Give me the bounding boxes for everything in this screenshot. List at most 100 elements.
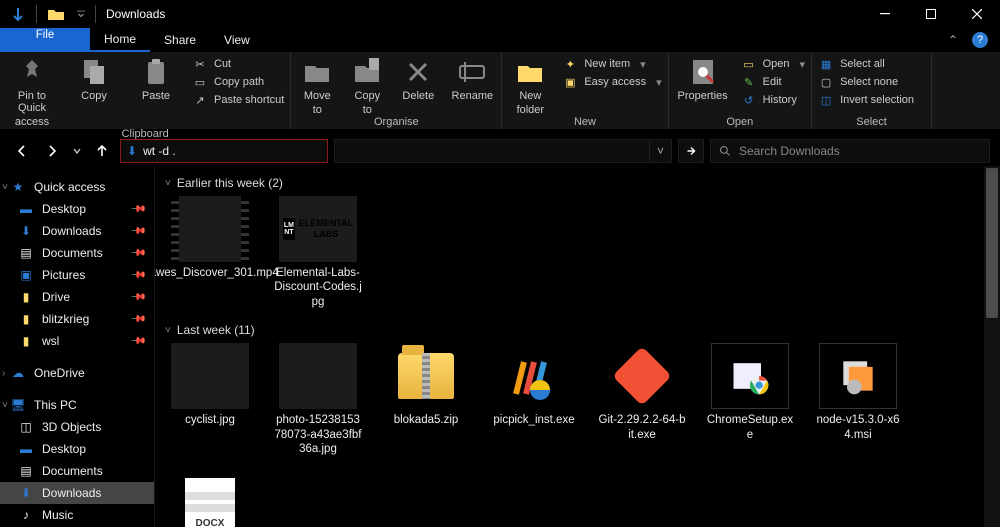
file-moc-docx[interactable]: DOCX moc.docx	[165, 474, 255, 527]
paste-shortcut-button[interactable]: ↗Paste shortcut	[192, 92, 284, 108]
desktop-icon: ▬	[18, 441, 34, 457]
invert-selection-label: Invert selection	[840, 94, 914, 106]
easy-access-icon: ▣	[562, 74, 578, 90]
sidebar-desktop[interactable]: ▬Desktop📌	[0, 198, 154, 220]
collapse-ribbon-icon[interactable]: ⌃	[948, 33, 958, 47]
sidebar-music[interactable]: ♪Music	[0, 504, 154, 526]
address-icon: ⬇	[127, 144, 137, 158]
sidebar-documents[interactable]: ▤Documents📌	[0, 242, 154, 264]
scrollbar-thumb[interactable]	[986, 168, 998, 318]
back-button[interactable]	[10, 139, 34, 163]
open-button[interactable]: ▭Open▾	[741, 56, 805, 72]
quick-access-dropdown-icon[interactable]	[71, 0, 91, 28]
sidebar-quick-access[interactable]: ˅ ★ Quick access	[0, 176, 154, 198]
file-label: Elemental-Labs-	[276, 266, 360, 280]
sidebar-this-pc[interactable]: ˅🖥This PC	[0, 394, 154, 416]
history-button[interactable]: ↺History	[741, 92, 805, 108]
sidebar-documents-2[interactable]: ▤Documents	[0, 460, 154, 482]
sidebar-drive[interactable]: ▮Drive📌	[0, 286, 154, 308]
help-icon[interactable]: ?	[972, 32, 988, 48]
rename-button[interactable]: Rename	[449, 56, 495, 102]
move-to-button[interactable]: Move to	[297, 56, 337, 116]
sidebar-label: This PC	[34, 398, 77, 412]
file-elemental-jpg[interactable]: LMNTELEMENTAL LABS Elemental-Labs- Disco…	[273, 196, 363, 309]
sidebar-downloads[interactable]: ⬇Downloads📌	[0, 220, 154, 242]
copy-label: Copy	[81, 90, 107, 102]
sidebar-blitzkrieg[interactable]: ▮blitzkrieg📌	[0, 308, 154, 330]
docx-icon: DOCX	[171, 474, 249, 527]
file-photo-jpg[interactable]: photo-15238153 78073-a43ae3fbf 36a.jpg	[273, 343, 363, 456]
sidebar-wsl[interactable]: ▮wsl📌	[0, 330, 154, 352]
file-blokada-zip[interactable]: blokada5.zip	[381, 343, 471, 456]
scissors-icon: ✂	[192, 56, 208, 72]
tab-share[interactable]: Share	[150, 28, 210, 52]
address-dropdown-icon[interactable]: ˅	[649, 140, 671, 162]
copy-button[interactable]: Copy	[68, 56, 120, 102]
scrollbar[interactable]	[984, 166, 1000, 527]
tab-home[interactable]: Home	[90, 28, 150, 52]
up-button[interactable]	[90, 139, 114, 163]
copy-to-button[interactable]: Copy to	[347, 56, 387, 116]
close-button[interactable]	[954, 0, 1000, 28]
pin-icon: 📌	[129, 333, 146, 350]
new-item-button[interactable]: ✦New item▾	[562, 56, 661, 72]
sidebar-3d-objects[interactable]: ◫3D Objects	[0, 416, 154, 438]
select-all-button[interactable]: ▦Select all	[818, 56, 914, 72]
select-none-button[interactable]: ▢Select none	[818, 74, 914, 90]
paste-shortcut-label: Paste shortcut	[214, 94, 284, 106]
sidebar-label: 3D Objects	[42, 420, 101, 434]
file-label: 4.msi	[844, 428, 871, 442]
copy-path-button[interactable]: ▭Copy path	[192, 74, 284, 90]
file-git-exe[interactable]: Git-2.29.2.2-64-b it.exe	[597, 343, 687, 456]
invert-selection-button[interactable]: ◫Invert selection	[818, 92, 914, 108]
tab-file[interactable]: File	[0, 28, 90, 52]
recent-locations-button[interactable]	[70, 139, 84, 163]
chevron-down-icon: ˅	[165, 178, 171, 189]
file-chrome-exe[interactable]: ChromeSetup.ex e	[705, 343, 795, 456]
history-icon: ↺	[741, 92, 757, 108]
address-input[interactable]	[143, 144, 321, 158]
file-label: e	[747, 428, 753, 442]
image-thumb-icon: LMNTELEMENTAL LABS	[279, 196, 357, 262]
forward-button[interactable]	[40, 139, 64, 163]
properties-button[interactable]: Properties	[675, 56, 731, 102]
pin-icon: 📌	[129, 267, 146, 284]
open-label: Open	[763, 58, 790, 70]
cloud-icon: ☁	[10, 365, 26, 381]
sidebar-pictures[interactable]: ▣Pictures📌	[0, 264, 154, 286]
file-picpick-exe[interactable]: picpick_inst.exe	[489, 343, 579, 456]
new-folder-button[interactable]: New folder	[508, 56, 552, 116]
pin-icon	[16, 56, 48, 88]
address-extra[interactable]: ˅	[334, 139, 672, 163]
select-none-label: Select none	[840, 76, 898, 88]
delete-button[interactable]: Delete	[397, 56, 439, 102]
sidebar-onedrive[interactable]: ›☁OneDrive	[0, 362, 154, 384]
group-earlier-week[interactable]: ˅ Earlier this week (2)	[165, 176, 990, 190]
search-input[interactable]	[739, 144, 981, 158]
sidebar-label: OneDrive	[34, 366, 85, 380]
group-last-week[interactable]: ˅ Last week (11)	[165, 323, 990, 337]
search-box[interactable]	[710, 139, 990, 163]
maximize-button[interactable]	[908, 0, 954, 28]
address-bar[interactable]: ⬇	[120, 139, 328, 163]
image-thumb-icon	[279, 343, 357, 409]
sidebar-downloads-2[interactable]: ⬇Downloads	[0, 482, 154, 504]
group-label-open: Open	[675, 116, 805, 129]
go-button[interactable]	[678, 139, 704, 163]
pin-icon: 📌	[129, 223, 146, 240]
sidebar-label: Music	[42, 508, 73, 522]
pin-to-quick-access-button[interactable]: Pin to Quick access	[6, 56, 58, 128]
tab-view[interactable]: View	[210, 28, 264, 52]
paste-button[interactable]: Paste	[130, 56, 182, 102]
file-cyclist-jpg[interactable]: cyclist.jpg	[165, 343, 255, 456]
minimize-button[interactable]	[862, 0, 908, 28]
star-icon: ★	[10, 179, 26, 195]
sidebar-desktop-2[interactable]: ▬Desktop	[0, 438, 154, 460]
file-dawes-mp4[interactable]: Dawes_Discover_301.mp4	[165, 196, 255, 309]
edit-button[interactable]: ✎Edit	[741, 74, 805, 90]
file-node-msi[interactable]: node-v15.3.0-x6 4.msi	[813, 343, 903, 456]
sidebar-label: Downloads	[42, 224, 101, 238]
easy-access-button[interactable]: ▣Easy access▾	[562, 74, 661, 90]
paste-label: Paste	[142, 90, 170, 102]
cut-button[interactable]: ✂Cut	[192, 56, 284, 72]
